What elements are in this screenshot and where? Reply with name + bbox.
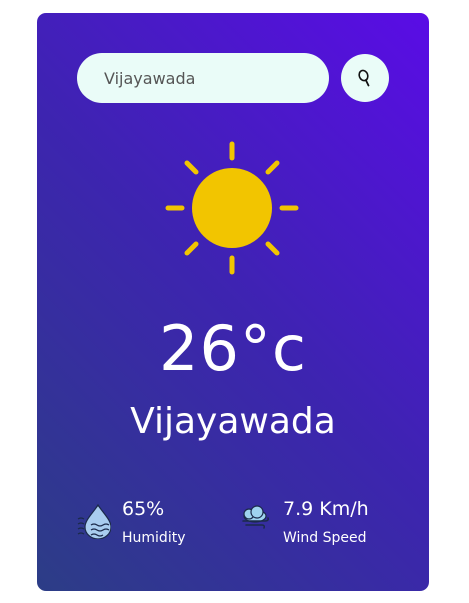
city-search-input[interactable] <box>77 53 329 103</box>
wind-speed-label: Wind Speed <box>283 530 367 546</box>
humidity-icon <box>77 503 111 539</box>
humidity-value: 65% <box>122 498 165 520</box>
search-icon <box>358 69 370 87</box>
search-button[interactable] <box>341 54 389 102</box>
wind-speed-value: 7.9 Km/h <box>283 498 369 520</box>
temperature: 26°c <box>159 312 307 385</box>
wind-icon <box>242 505 269 529</box>
weather-card: 26°c Vijayawada 65% Humidity 7.9 Km/h Wi… <box>37 13 429 591</box>
sun-icon <box>165 141 299 275</box>
humidity-label: Humidity <box>122 530 186 546</box>
city-name: Vijayawada <box>130 401 336 442</box>
